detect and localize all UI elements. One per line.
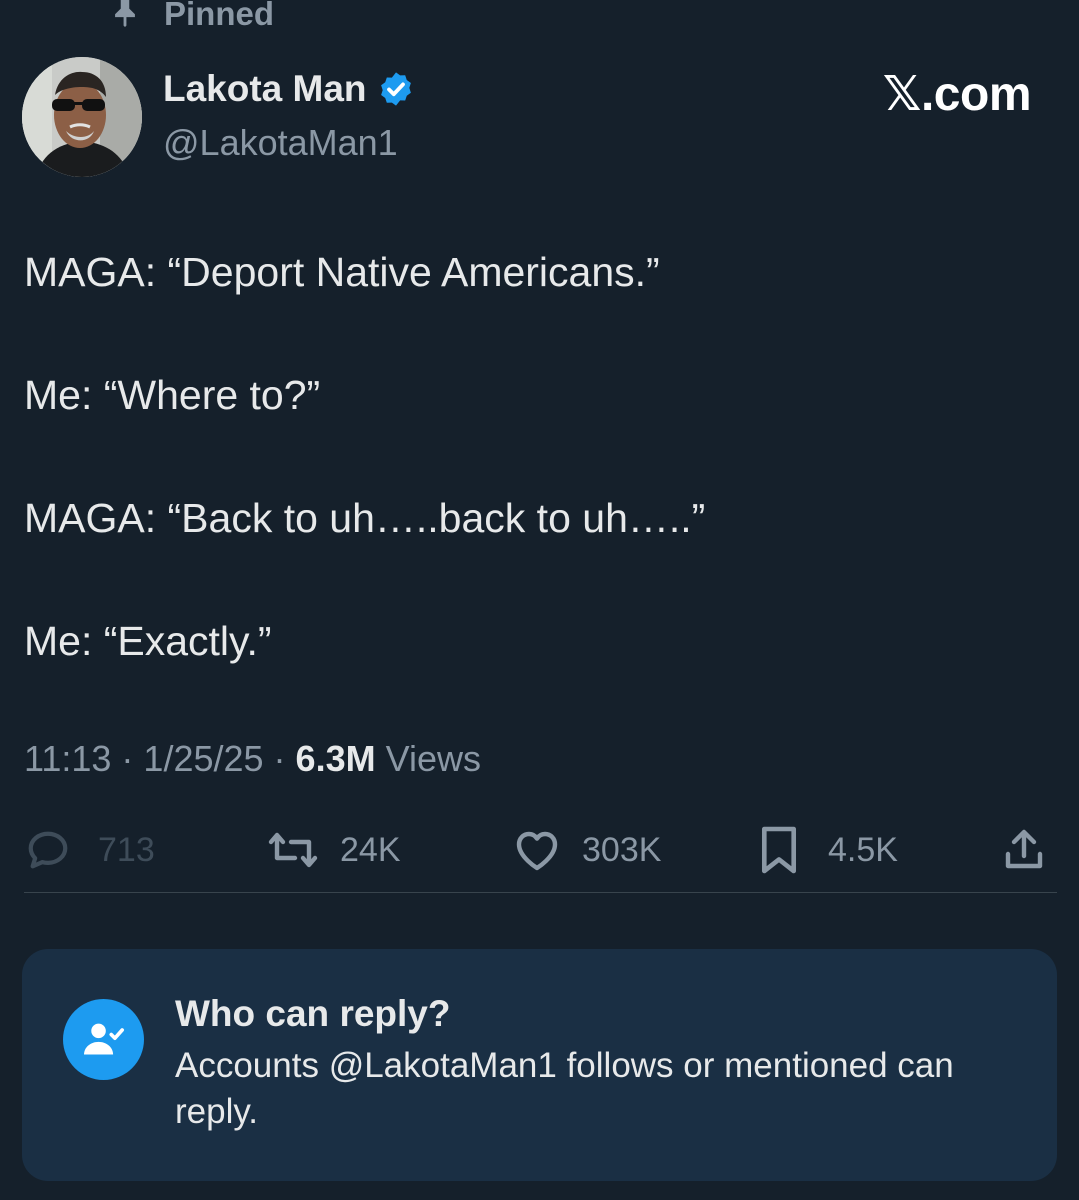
- reply-settings-card: Who can reply? Accounts @LakotaMan1 foll…: [22, 949, 1057, 1181]
- tweet-meta: 11:13 · 1/25/25 · 6.3M Views: [24, 738, 481, 780]
- tweet-line: MAGA: “Deport Native Americans.”: [24, 249, 660, 295]
- pinned-indicator: Pinned: [108, 0, 274, 34]
- bookmark-count: 4.5K: [828, 830, 898, 869]
- author-handle[interactable]: @LakotaMan1: [163, 122, 398, 164]
- brand-watermark: 𝕏.com: [882, 68, 1032, 121]
- meta-separator: ·: [121, 738, 134, 779]
- action-bar: 713 24K 303K 4.5K: [0, 820, 1079, 880]
- like-button[interactable]: 303K: [512, 820, 661, 880]
- repost-button[interactable]: 24K: [266, 820, 401, 880]
- heart-icon: [512, 828, 562, 872]
- share-icon: [1000, 826, 1048, 874]
- reply-icon: [24, 827, 72, 873]
- reply-count: 713: [98, 830, 155, 869]
- reply-button[interactable]: 713: [24, 820, 155, 880]
- tweet-text: MAGA: “Deport Native Americans.” Me: “Wh…: [24, 246, 1054, 667]
- reply-settings-title: Who can reply?: [175, 993, 451, 1034]
- bookmark-button[interactable]: 4.5K: [758, 820, 898, 880]
- reply-settings-description: Accounts @LakotaMan1 follows or mentione…: [175, 1046, 954, 1131]
- tweet-date[interactable]: 1/25/25: [143, 738, 263, 780]
- tweet-line: MAGA: “Back to uh…..back to uh…..”: [24, 495, 706, 541]
- author-name-row[interactable]: Lakota Man: [163, 68, 415, 110]
- author-display-name[interactable]: Lakota Man: [163, 68, 367, 110]
- repost-icon: [266, 828, 320, 872]
- avatar[interactable]: [22, 57, 142, 177]
- repost-count: 24K: [340, 830, 401, 869]
- pin-icon: [108, 0, 142, 36]
- meta-separator: ·: [273, 738, 286, 779]
- tweet-line: Me: “Where to?”: [24, 372, 321, 418]
- share-button[interactable]: [1000, 820, 1048, 880]
- tweet-page: Pinned Lakota Man @LakotaMan1 𝕏.com MAGA…: [0, 0, 1079, 1200]
- verified-badge-icon: [377, 70, 415, 108]
- pinned-label: Pinned: [164, 0, 275, 32]
- views-count: 6.3M: [295, 738, 376, 779]
- views-label: Views: [385, 738, 481, 779]
- bookmark-icon: [758, 824, 800, 876]
- like-count: 303K: [582, 830, 662, 869]
- divider: [24, 892, 1057, 893]
- tweet-time[interactable]: 11:13: [24, 738, 111, 780]
- tweet-line: Me: “Exactly.”: [24, 618, 272, 664]
- user-check-icon: [63, 999, 144, 1080]
